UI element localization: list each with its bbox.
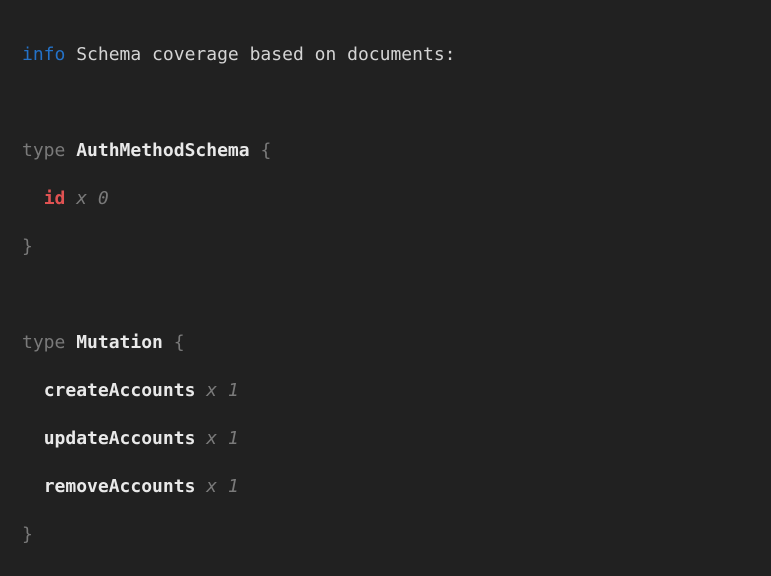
field-name: id bbox=[44, 188, 66, 209]
field-line: createAccounts x 1 bbox=[22, 379, 761, 403]
field-usage: x 0 bbox=[76, 188, 109, 209]
type-keyword: type bbox=[22, 332, 65, 353]
type-footer: } bbox=[22, 235, 761, 259]
info-message: Schema coverage based on documents: bbox=[76, 44, 455, 65]
blank-line bbox=[22, 571, 761, 576]
type-footer: } bbox=[22, 523, 761, 547]
info-line: info Schema coverage based on documents: bbox=[22, 43, 761, 67]
field-line: id x 0 bbox=[22, 187, 761, 211]
open-brace: { bbox=[260, 140, 271, 161]
field-usage: x 1 bbox=[206, 380, 239, 401]
field-line: updateAccounts x 1 bbox=[22, 427, 761, 451]
field-name: updateAccounts bbox=[44, 428, 196, 449]
field-usage: x 1 bbox=[206, 476, 239, 497]
blank-line bbox=[22, 91, 761, 115]
field-line: removeAccounts x 1 bbox=[22, 475, 761, 499]
blank-line bbox=[22, 283, 761, 307]
field-name: createAccounts bbox=[44, 380, 196, 401]
type-header-mutation: type Mutation { bbox=[22, 331, 761, 355]
type-name: Mutation bbox=[76, 332, 163, 353]
info-tag: info bbox=[22, 44, 65, 65]
field-usage: x 1 bbox=[206, 428, 239, 449]
type-keyword: type bbox=[22, 140, 65, 161]
close-brace: } bbox=[22, 236, 33, 257]
terminal-output[interactable]: info Schema coverage based on documents:… bbox=[0, 0, 771, 576]
type-name: AuthMethodSchema bbox=[76, 140, 249, 161]
open-brace: { bbox=[174, 332, 185, 353]
close-brace: } bbox=[22, 524, 33, 545]
type-header-authmethodschema: type AuthMethodSchema { bbox=[22, 139, 761, 163]
field-name: removeAccounts bbox=[44, 476, 196, 497]
